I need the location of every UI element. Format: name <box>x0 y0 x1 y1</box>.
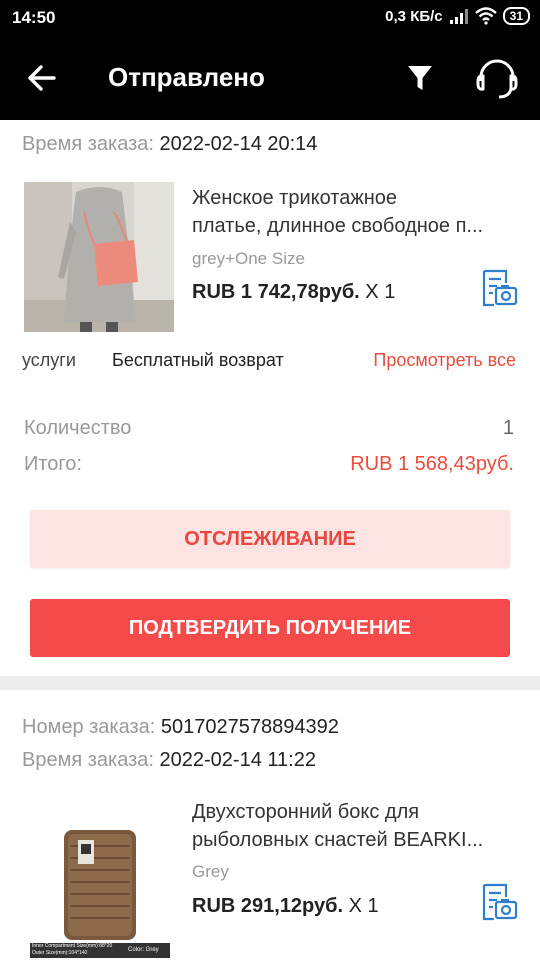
net-speed: 0,3 КБ/с <box>385 7 443 25</box>
view-all-link[interactable]: Просмотреть все <box>373 350 516 371</box>
product-price: RUB 291,12руб. <box>192 895 344 917</box>
image-caption: Inner Compartment Size(mm):88*20 Outer S… <box>32 943 113 956</box>
order-time-label: Время заказа: <box>22 133 154 155</box>
status-bar: 14:50 0,3 КБ/с 31 <box>0 0 540 36</box>
order-time-row: Время заказа: 2022-02-14 20:14 <box>22 133 317 156</box>
product-price: RUB 1 742,78руб. <box>192 281 360 303</box>
order-divider <box>0 676 540 690</box>
quantity-value: 1 <box>502 417 514 439</box>
back-arrow-icon[interactable] <box>26 60 58 96</box>
services-label: услуги <box>22 350 76 370</box>
product-name-line1: Двухсторонний бокс для <box>192 801 420 823</box>
order-time-value: 2022-02-14 11:22 <box>159 749 316 771</box>
product-name-line1: Женское трикотажное <box>192 187 398 209</box>
total-label: Итого: <box>24 453 82 475</box>
status-right: 0,3 КБ/с 31 <box>385 7 530 25</box>
image-color-caption: Color: Grey <box>128 947 159 953</box>
product-image[interactable] <box>24 182 174 332</box>
order-card: Время заказа: 2022-02-14 20:14 Женское т… <box>0 120 540 676</box>
receipt-photo-icon[interactable] <box>478 882 518 922</box>
order-number-row: Номер заказа: 5017027578894392 <box>22 716 339 739</box>
order-number-label: Номер заказа: <box>22 716 156 738</box>
product-price-row: RUB 291,12руб. X 1 <box>192 895 379 918</box>
order-time-label: Время заказа: <box>22 749 154 771</box>
total-value: RUB 1 568,43руб. <box>350 453 514 475</box>
dress-photo <box>24 182 174 332</box>
product-variant: grey+One Size <box>192 249 305 268</box>
page-title: Отправлено <box>108 62 265 92</box>
app-bar: Отправлено <box>0 36 540 120</box>
order-time-row: Время заказа: 2022-02-14 11:22 <box>22 749 316 772</box>
battery-indicator: 31 <box>502 7 530 25</box>
product-qty: X 1 <box>365 281 396 303</box>
tracking-button[interactable]: ОТСЛЕЖИВАНИЕ <box>30 510 510 568</box>
orders-list[interactable]: Время заказа: 2022-02-14 20:14 Женское т… <box>0 120 540 960</box>
order-number-value: 5017027578894392 <box>160 716 339 738</box>
signal-icon <box>449 9 468 24</box>
headset-support-icon[interactable] <box>472 56 522 102</box>
product-price-row: RUB 1 742,78руб. X 1 <box>192 281 395 304</box>
order-time-value: 2022-02-14 20:14 <box>159 133 318 155</box>
product-name-line2: рыболовных снастей BEARKI... <box>192 829 484 851</box>
product-name[interactable]: Двухсторонний бокс для рыболовных снасте… <box>192 798 522 854</box>
product-name-line2: платье, длинное свободное п... <box>192 215 484 237</box>
tackle-box-photo <box>30 798 170 958</box>
receipt-photo-icon[interactable] <box>478 268 518 308</box>
product-qty: X 1 <box>348 895 379 917</box>
services-value: Бесплатный возврат <box>112 350 284 370</box>
product-image[interactable]: Inner Compartment Size(mm):88*20 Outer S… <box>30 798 170 958</box>
confirm-receipt-button[interactable]: ПОДТВЕРДИТЬ ПОЛУЧЕНИЕ <box>30 599 510 657</box>
product-variant: Grey <box>192 862 229 881</box>
filter-icon[interactable] <box>404 62 436 94</box>
status-time: 14:50 <box>12 8 56 27</box>
quantity-label: Количество <box>24 417 132 439</box>
order-card: Номер заказа: 5017027578894392 Время зак… <box>0 690 540 960</box>
wifi-icon <box>474 7 497 25</box>
product-name[interactable]: Женское трикотажное платье, длинное своб… <box>192 184 522 240</box>
